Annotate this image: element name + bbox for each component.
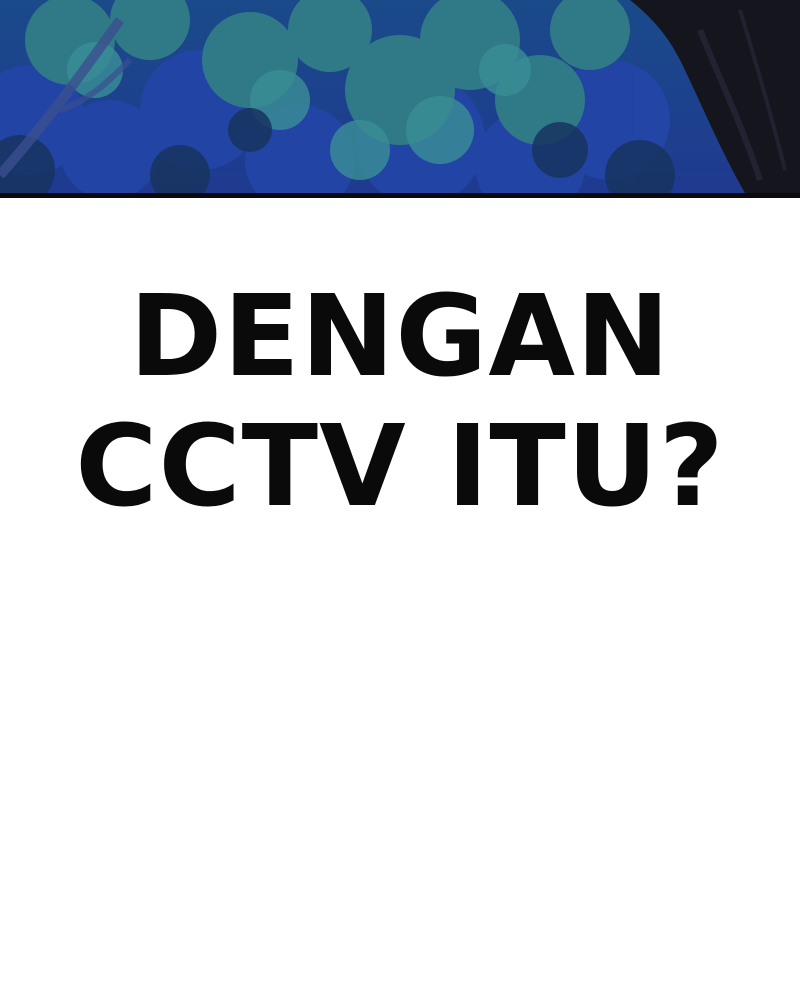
caption-line-1: DENGAN (129, 272, 671, 402)
comic-page: DENGAN CCTV ITU? (0, 0, 800, 1000)
caption-text: DENGAN CCTV ITU? (0, 272, 800, 532)
panel-border (0, 193, 800, 198)
caption-line-2: CCTV ITU? (75, 402, 725, 532)
forest-panel-illustration (0, 0, 800, 193)
forest-foliage-art (0, 0, 800, 193)
